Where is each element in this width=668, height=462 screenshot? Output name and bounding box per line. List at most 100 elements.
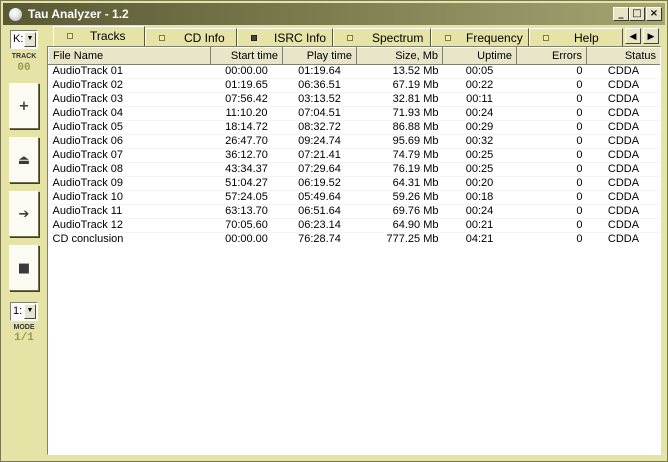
next-button[interactable]: ➔ bbox=[9, 191, 39, 237]
cell-file-name: AudioTrack 09 bbox=[48, 176, 211, 191]
tab-label: Spectrum bbox=[372, 31, 424, 45]
tab-frequency[interactable]: Frequency bbox=[431, 28, 529, 46]
tab-tracks[interactable]: Tracks bbox=[53, 26, 145, 46]
tab-label: CD Info bbox=[184, 31, 225, 45]
track-table: File Name Start time Play time Size, Mb … bbox=[48, 47, 660, 247]
cell-status: CDDA bbox=[586, 162, 660, 177]
cell-status: CDDA bbox=[586, 190, 660, 205]
led-icon bbox=[251, 35, 257, 41]
cell-play-time: 01:19.64 bbox=[282, 64, 357, 79]
cell-size: 64.90 Mb bbox=[356, 218, 443, 233]
add-button[interactable]: + bbox=[9, 83, 39, 129]
table-row[interactable]: AudioTrack 12 70:05.60 06:23.14 64.90 Mb 00:… bbox=[48, 218, 660, 233]
minimize-button[interactable]: _ bbox=[613, 7, 629, 21]
cell-errors: 0 bbox=[516, 78, 587, 93]
cell-uptime: 00:24 bbox=[442, 204, 517, 219]
table-row[interactable]: AudioTrack 01 00:00.00 01:19.64 13.52 Mb 00:… bbox=[48, 64, 660, 79]
table-row[interactable]: AudioTrack 11 63:13.70 06:51.64 69.76 Mb 00:… bbox=[48, 204, 660, 219]
table-row[interactable]: AudioTrack 03 07:56.42 03:13.52 32.81 Mb 00:… bbox=[48, 92, 660, 107]
cell-uptime: 00:05 bbox=[442, 64, 517, 79]
cell-size: 777.25 Mb bbox=[356, 232, 443, 247]
tab-label: Frequency bbox=[466, 31, 523, 45]
cell-start-time: 70:05.60 bbox=[210, 218, 283, 233]
app-icon[interactable] bbox=[8, 7, 23, 22]
tab-scroll-left-icon[interactable]: ◀ bbox=[625, 28, 641, 44]
cell-size: 86.88 Mb bbox=[356, 120, 443, 135]
maximize-button[interactable]: □ bbox=[629, 7, 645, 21]
cell-status: CDDA bbox=[586, 176, 660, 191]
cell-uptime: 00:25 bbox=[442, 148, 517, 163]
drive-select-value: K: bbox=[13, 33, 24, 45]
column-header-size[interactable]: Size, Mb bbox=[356, 47, 443, 65]
cell-file-name: AudioTrack 04 bbox=[48, 106, 211, 121]
cell-uptime: 00:25 bbox=[442, 162, 517, 177]
summary-row[interactable]: CD conclusion 00:00.00 76:28.74 777.25 Mb 04… bbox=[48, 232, 660, 247]
tab-help[interactable]: Help bbox=[529, 28, 623, 46]
cell-uptime: 00:24 bbox=[442, 106, 517, 121]
table-row[interactable]: AudioTrack 06 26:47.70 09:24.74 95.69 Mb 00:… bbox=[48, 134, 660, 149]
led-icon bbox=[445, 35, 451, 41]
column-header-errors[interactable]: Errors bbox=[516, 47, 587, 65]
table-row[interactable]: AudioTrack 04 11:10.20 07:04.51 71.93 Mb 00:… bbox=[48, 106, 660, 121]
cell-start-time: 51:04.27 bbox=[210, 176, 283, 191]
table-row[interactable]: AudioTrack 07 36:12.70 07:21.41 74.79 Mb 00:… bbox=[48, 148, 660, 163]
cell-start-time: 43:34.37 bbox=[210, 162, 283, 177]
mode-select[interactable]: 1: ▼ bbox=[10, 302, 38, 321]
tab-isrc-info[interactable]: ISRC Info bbox=[237, 28, 333, 46]
cell-start-time: 07:56.42 bbox=[210, 92, 283, 107]
cell-play-time: 09:24.74 bbox=[282, 134, 357, 149]
cell-status: CDDA bbox=[586, 148, 660, 163]
cell-file-name: AudioTrack 08 bbox=[48, 162, 211, 177]
plus-icon: + bbox=[18, 98, 30, 114]
title-bar[interactable]: Tau Analyzer - 1.2 _ □ × bbox=[3, 3, 665, 25]
column-header-status[interactable]: Status bbox=[586, 47, 660, 65]
cell-start-time: 00:00.00 bbox=[210, 232, 283, 247]
table-row[interactable]: AudioTrack 08 43:34.37 07:29.64 76.19 Mb 00:… bbox=[48, 162, 660, 177]
eject-button[interactable]: ⏏ bbox=[9, 137, 39, 183]
cell-errors: 0 bbox=[516, 162, 587, 177]
column-header-file-name[interactable]: File Name bbox=[48, 47, 211, 65]
cell-file-name: AudioTrack 10 bbox=[48, 190, 211, 205]
cell-file-name: AudioTrack 05 bbox=[48, 120, 211, 135]
cell-file-name: AudioTrack 07 bbox=[48, 148, 211, 163]
stop-button[interactable]: ■ bbox=[9, 245, 39, 291]
cell-play-time: 06:36.51 bbox=[282, 78, 357, 93]
column-header-uptime[interactable]: Uptime bbox=[442, 47, 517, 65]
cell-status: CDDA bbox=[586, 134, 660, 149]
cell-uptime: 00:11 bbox=[442, 92, 517, 107]
column-header-start-time[interactable]: Start time bbox=[210, 47, 283, 65]
cell-play-time: 06:19.52 bbox=[282, 176, 357, 191]
table-row[interactable]: AudioTrack 05 18:14.72 08:32.72 86.88 Mb 00:… bbox=[48, 120, 660, 135]
mode-select-value: 1: bbox=[13, 305, 23, 317]
cell-play-time: 07:04.51 bbox=[282, 106, 357, 121]
column-header-play-time[interactable]: Play time bbox=[282, 47, 357, 65]
close-button[interactable]: × bbox=[646, 7, 662, 21]
cell-start-time: 63:13.70 bbox=[210, 204, 283, 219]
cell-file-name: AudioTrack 02 bbox=[48, 78, 211, 93]
cell-errors: 0 bbox=[516, 148, 587, 163]
table-row[interactable]: AudioTrack 10 57:24.05 05:49.64 59.26 Mb 00:… bbox=[48, 190, 660, 205]
cell-errors: 0 bbox=[516, 190, 587, 205]
tab-label: ISRC Info bbox=[274, 31, 327, 45]
cell-errors: 0 bbox=[516, 106, 587, 121]
tab-scroll-right-icon[interactable]: ▶ bbox=[643, 28, 659, 44]
cell-file-name: AudioTrack 01 bbox=[48, 64, 211, 79]
cell-play-time: 07:29.64 bbox=[282, 162, 357, 177]
cell-status: CDDA bbox=[586, 120, 660, 135]
chevron-down-icon[interactable]: ▼ bbox=[24, 32, 36, 47]
tab-spectrum[interactable]: Spectrum bbox=[333, 28, 431, 46]
track-label: TRACK bbox=[11, 53, 37, 60]
led-icon bbox=[159, 35, 165, 41]
tab-cd-info[interactable]: CD Info bbox=[145, 28, 237, 46]
table-row[interactable]: AudioTrack 02 01:19.65 06:36.51 67.19 Mb 00:… bbox=[48, 78, 660, 93]
cell-size: 71.93 Mb bbox=[356, 106, 443, 121]
cell-size: 59.26 Mb bbox=[356, 190, 443, 205]
drive-select[interactable]: K: ▼ bbox=[10, 30, 38, 49]
chevron-down-icon[interactable]: ▼ bbox=[24, 304, 36, 319]
cell-play-time: 06:51.64 bbox=[282, 204, 357, 219]
cell-file-name: AudioTrack 03 bbox=[48, 92, 211, 107]
track-list-panel[interactable]: File Name Start time Play time Size, Mb … bbox=[47, 46, 661, 455]
tab-label: Tracks bbox=[90, 29, 126, 43]
stop-icon: ■ bbox=[17, 260, 31, 276]
table-row[interactable]: AudioTrack 09 51:04.27 06:19.52 64.31 Mb 00:… bbox=[48, 176, 660, 191]
